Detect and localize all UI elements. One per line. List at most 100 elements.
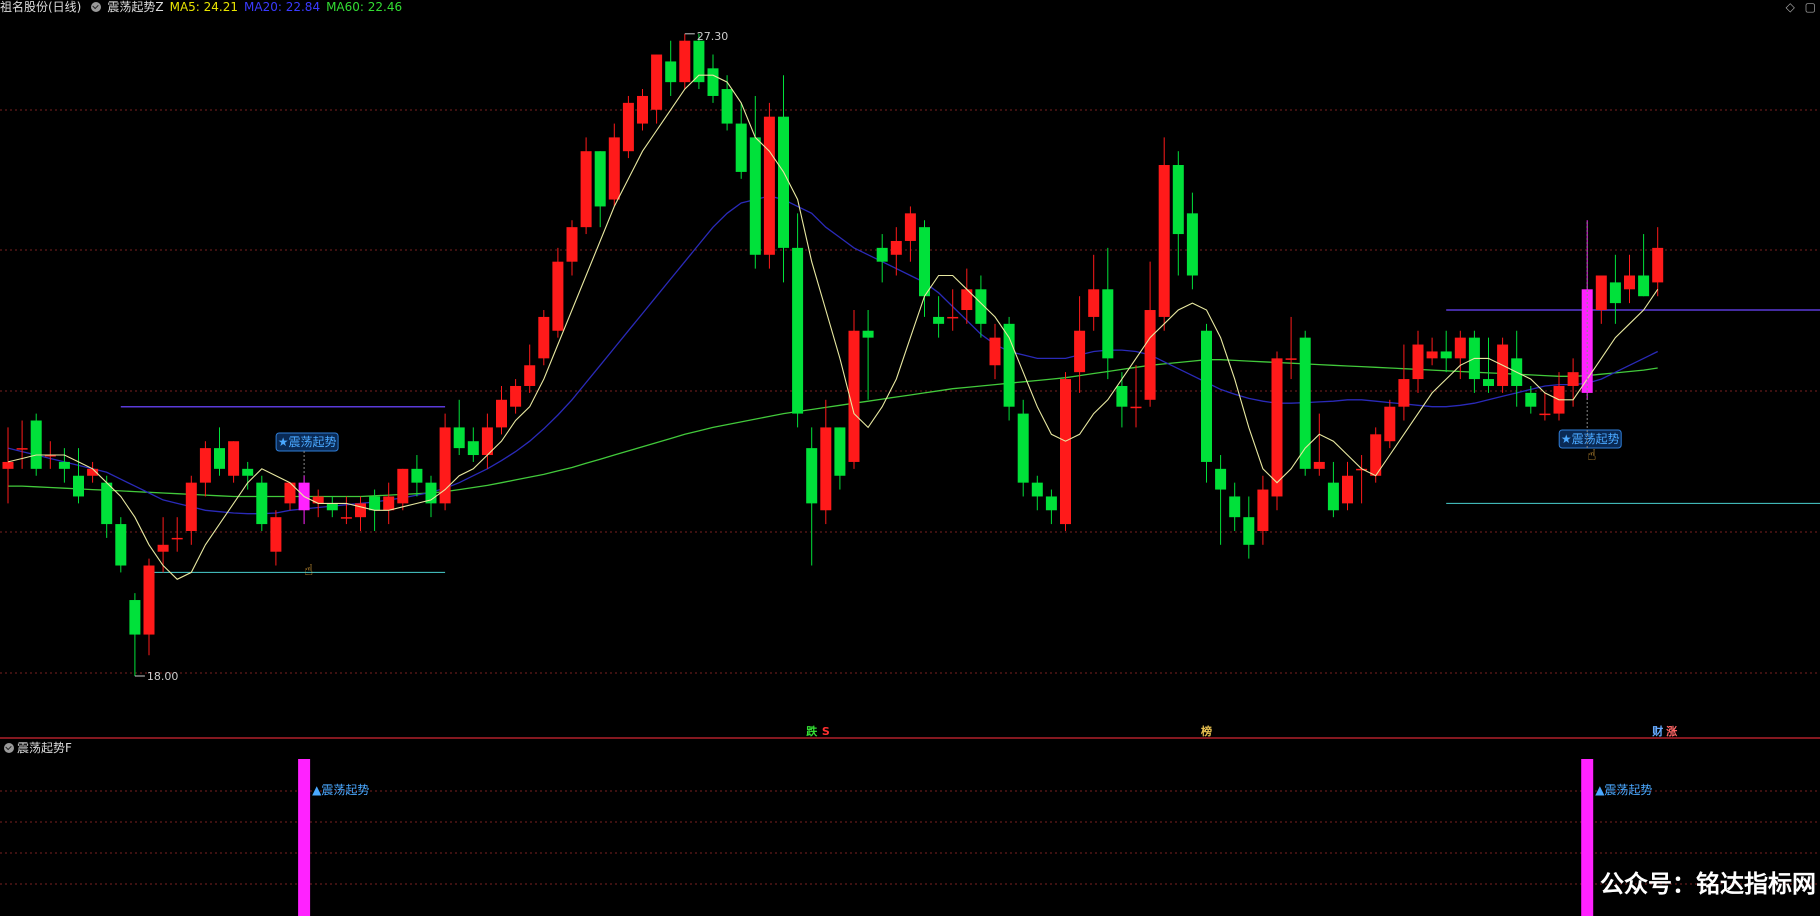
diamond-icon[interactable]: ◇ bbox=[1786, 0, 1795, 14]
candle bbox=[806, 427, 818, 566]
candle-body bbox=[185, 482, 197, 531]
candle bbox=[199, 441, 211, 497]
candle-body bbox=[904, 213, 916, 241]
candle bbox=[1088, 254, 1100, 331]
candle-body bbox=[1130, 406, 1142, 409]
candle bbox=[1172, 151, 1184, 276]
candle-body bbox=[1285, 358, 1297, 360]
sub-signal-label: ▲震荡起势 bbox=[312, 783, 369, 797]
candle bbox=[101, 475, 113, 538]
candle bbox=[566, 220, 578, 276]
candle bbox=[1426, 337, 1438, 366]
candle-body bbox=[1539, 413, 1551, 416]
event-marker: 财 bbox=[1651, 724, 1663, 738]
candle bbox=[904, 206, 916, 262]
candle-body bbox=[1299, 337, 1311, 469]
candle bbox=[411, 455, 423, 497]
candle bbox=[1652, 227, 1664, 297]
candle-body bbox=[383, 496, 395, 511]
signal-badge: ★震荡起势 bbox=[275, 432, 339, 476]
candle bbox=[1074, 296, 1086, 393]
candle bbox=[608, 123, 620, 207]
candle-body bbox=[453, 427, 465, 449]
candle bbox=[1553, 372, 1565, 421]
candle-body bbox=[552, 261, 564, 331]
indicator-toggle-icon[interactable] bbox=[91, 2, 102, 12]
candle-body bbox=[580, 151, 592, 228]
candle bbox=[622, 95, 634, 159]
candle bbox=[1440, 330, 1452, 373]
candle bbox=[1624, 254, 1635, 304]
candle bbox=[1511, 330, 1523, 407]
sub-panel-title[interactable]: 震荡起势F bbox=[17, 741, 72, 755]
candle bbox=[749, 95, 761, 269]
candle bbox=[1271, 351, 1283, 511]
candle-body bbox=[199, 448, 211, 483]
candle-body bbox=[749, 137, 761, 255]
candle-body bbox=[228, 441, 240, 476]
candle bbox=[1468, 330, 1480, 393]
min-price-label: 18.00 bbox=[147, 670, 179, 683]
signal-badge-label: ★震荡起势 bbox=[278, 435, 337, 449]
candle bbox=[298, 475, 310, 525]
candle-body bbox=[919, 227, 930, 297]
candle bbox=[129, 593, 141, 676]
candle-body bbox=[326, 503, 338, 511]
candle-body bbox=[1426, 351, 1438, 359]
ma60-line bbox=[8, 359, 1658, 498]
candle-body bbox=[1342, 475, 1353, 504]
candle bbox=[651, 54, 663, 124]
sub-indicator-toggle-icon[interactable] bbox=[4, 743, 14, 753]
sub-signal-bar bbox=[1581, 759, 1594, 916]
candle bbox=[834, 427, 846, 490]
candle bbox=[594, 151, 606, 228]
candle-body bbox=[1158, 165, 1170, 317]
candle-body bbox=[1215, 468, 1227, 490]
candle bbox=[171, 517, 183, 552]
candle bbox=[580, 137, 592, 235]
candle bbox=[30, 413, 42, 476]
candle bbox=[228, 441, 240, 483]
event-marker: 跌 bbox=[806, 724, 818, 738]
candle-body bbox=[1384, 406, 1396, 442]
candle bbox=[1017, 399, 1029, 497]
candle-body bbox=[834, 427, 846, 476]
candle bbox=[1158, 137, 1170, 331]
candle-body bbox=[1624, 275, 1635, 290]
restore-icon[interactable]: ▢ bbox=[1805, 0, 1816, 14]
ma20-readout: MA20: 22.84 bbox=[244, 0, 321, 14]
candle-body bbox=[2, 461, 14, 469]
candle bbox=[383, 482, 395, 525]
candle-body bbox=[1567, 372, 1579, 386]
event-marker: S bbox=[822, 725, 830, 738]
candle-body bbox=[1243, 517, 1255, 545]
candle-body bbox=[1638, 275, 1650, 297]
candle-body bbox=[524, 365, 536, 386]
candle-body bbox=[1398, 379, 1410, 407]
candle bbox=[1327, 461, 1339, 518]
candle bbox=[961, 268, 973, 324]
indicator-name[interactable]: 震荡起势Z bbox=[107, 0, 163, 14]
candle-body bbox=[1271, 358, 1283, 497]
candle-body bbox=[1525, 392, 1537, 407]
candle bbox=[890, 227, 902, 276]
candle bbox=[1539, 392, 1551, 421]
candle-body bbox=[1088, 289, 1100, 317]
candle bbox=[1285, 316, 1297, 380]
candle bbox=[510, 379, 522, 414]
candle bbox=[157, 517, 169, 573]
stock-chart[interactable]: 27.3018.00★震荡起势☝▲震荡起势★震荡起势☝▲震荡起势跌 S 榜财涨 bbox=[0, 0, 1820, 916]
candle-body bbox=[538, 316, 550, 359]
candle-body bbox=[1144, 310, 1156, 400]
window-controls: ◇ ▢ bbox=[1780, 0, 1816, 14]
candle-body bbox=[735, 123, 747, 172]
event-marker: 涨 bbox=[1666, 724, 1677, 738]
candle bbox=[496, 385, 507, 435]
candle bbox=[1342, 461, 1353, 511]
candle-body bbox=[312, 496, 324, 504]
candle bbox=[214, 427, 225, 476]
candle bbox=[538, 310, 550, 366]
candle-body bbox=[622, 102, 634, 152]
candle-body bbox=[707, 68, 719, 96]
ma5-readout: MA5: 24.21 bbox=[169, 0, 239, 14]
